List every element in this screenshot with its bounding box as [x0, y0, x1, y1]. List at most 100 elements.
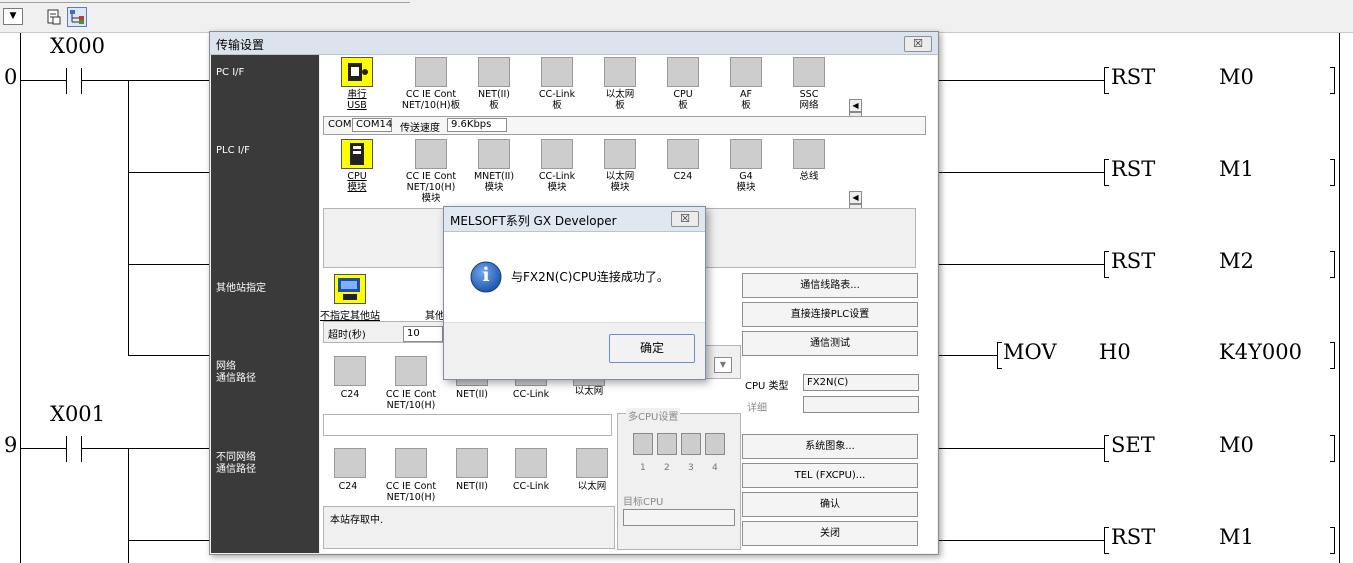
pc-if-caption: NET(II) 板: [478, 89, 510, 111]
category-sidebar: PC I/F PLC I/F 其他站指定 网络 通信路径 不同网络 通信路径: [211, 55, 319, 553]
cpu-slot-2[interactable]: [657, 433, 677, 455]
network-caption: 以太网: [574, 386, 604, 397]
pc-if-caption: AF 板: [740, 89, 752, 111]
step-number: 9: [4, 433, 18, 457]
message-titlebar[interactable]: MELSOFT系列 GX Developer ☒: [444, 207, 705, 232]
plc-if-caption: CC-Link 模块: [538, 171, 576, 193]
bus-icon[interactable]: [793, 139, 825, 169]
status-area: 本站存取中.: [323, 506, 615, 549]
c24-module-icon[interactable]: [667, 139, 699, 169]
info-icon: i: [470, 261, 502, 293]
direct-connect-button[interactable]: 直接连接PLC设置: [742, 302, 918, 327]
diff-network-caption: CC IE Cont NET/10(H): [385, 481, 437, 503]
route-list-button[interactable]: 通信线路表...: [742, 273, 918, 298]
cc-link-board-icon[interactable]: [541, 57, 573, 87]
no-other-station-icon[interactable]: [334, 274, 366, 304]
toolbar-separator: [0, 0, 410, 3]
plc-if-label: PLC I/F: [216, 145, 250, 156]
confirm-button[interactable]: 确定: [609, 334, 695, 363]
pc-if-scroll[interactable]: ◀▶: [849, 99, 875, 125]
pc-if-caption: 串行 USB: [347, 89, 367, 111]
cc-link-module-icon[interactable]: [541, 139, 573, 169]
tree-structure-icon[interactable]: [67, 7, 87, 27]
message-box: MELSOFT系列 GX Developer ☒ i 与FX2N(C)CPU连接…: [443, 206, 706, 380]
cpu-module-icon[interactable]: [341, 139, 373, 169]
cc-ie-module-icon[interactable]: [415, 139, 447, 169]
cc-ie-diff-icon[interactable]: [395, 448, 427, 478]
chevron-down-icon[interactable]: ▼: [714, 357, 732, 373]
tel-button[interactable]: TEL (FXCPU)...: [742, 463, 918, 488]
pc-if-caption: SSC 网络: [799, 89, 819, 111]
toolbar: ▼: [0, 0, 1353, 33]
cpu-board-icon[interactable]: [667, 57, 699, 87]
dialog-title: 传输设置: [216, 38, 265, 52]
plc-if-caption: 以太网 模块: [605, 171, 635, 193]
document-sheet-icon[interactable]: [44, 7, 64, 27]
ssc-network-icon[interactable]: [793, 57, 825, 87]
cc-ie-route-icon[interactable]: [395, 356, 427, 386]
plc-if-caption: C24: [673, 171, 693, 182]
close-icon[interactable]: ☒: [904, 36, 932, 52]
comm-test-button[interactable]: 通信测试: [742, 331, 918, 356]
af-board-icon[interactable]: [730, 57, 762, 87]
cpu-slot-1[interactable]: [633, 433, 653, 455]
status-text: 本站存取中.: [330, 515, 384, 526]
close-button[interactable]: 关闭: [742, 521, 918, 546]
cpu-slot-4[interactable]: [705, 433, 725, 455]
contact-symbol[interactable]: [66, 436, 67, 462]
serial-usb-icon[interactable]: [341, 57, 373, 87]
no-other-station-caption: 不指定其他站: [320, 311, 380, 322]
multi-cpu-group: 多CPU设置 1 2 3 4 目标CPU: [617, 408, 741, 550]
net-ii-board-icon[interactable]: [478, 57, 510, 87]
network-caption: C24: [340, 389, 360, 400]
right-power-rail: [1339, 33, 1340, 563]
pc-if-caption: CC-Link 板: [538, 89, 576, 111]
ethernet-module-icon[interactable]: [604, 139, 636, 169]
g4-module-icon[interactable]: [730, 139, 762, 169]
c24-route-icon[interactable]: [334, 356, 366, 386]
cpu-slot-3[interactable]: [681, 433, 701, 455]
plc-if-scroll[interactable]: ◀▶: [849, 191, 875, 217]
ethernet-diff-icon[interactable]: [576, 448, 608, 478]
target-cpu-field: [623, 509, 735, 526]
toolbar-dropdown[interactable]: ▼: [3, 8, 23, 25]
c24-diff-icon[interactable]: [334, 448, 366, 478]
detail-field: [803, 396, 919, 413]
network-caption: CC IE Cont NET/10(H): [385, 389, 437, 411]
timeout-field[interactable]: 10: [403, 326, 443, 342]
ethernet-board-icon[interactable]: [604, 57, 636, 87]
contact-label[interactable]: X000: [50, 34, 105, 58]
system-image-button[interactable]: 系统图象...: [742, 434, 918, 459]
net-ii-diff-icon[interactable]: [456, 448, 488, 478]
com-settings-row: COM COM14 传送速度 9.6Kbps: [323, 116, 926, 135]
info-glyph: i: [482, 264, 490, 286]
diff-network-route-label: 不同网络 通信路径: [216, 452, 256, 475]
baud-rate-field[interactable]: 9.6Kbps: [447, 118, 507, 132]
branch-line: [128, 80, 129, 355]
plc-if-caption: 总线: [799, 171, 819, 182]
message-text: 与FX2N(C)CPU连接成功了。: [511, 270, 669, 284]
plc-if-caption: CPU 模块: [347, 171, 367, 193]
mnet-module-icon[interactable]: [478, 139, 510, 169]
network-route-area: [323, 414, 612, 436]
pc-if-caption: CPU 板: [673, 89, 693, 111]
left-power-rail: [20, 33, 21, 563]
cpu-type-field: FX2N(C): [803, 374, 919, 391]
branch-line: [128, 448, 129, 563]
cpu-type-label: CPU 类型: [745, 381, 789, 392]
com-port-field[interactable]: COM14: [352, 118, 392, 132]
close-icon[interactable]: ☒: [671, 211, 699, 227]
cc-link-diff-icon[interactable]: [515, 448, 547, 478]
step-number: 0: [4, 65, 18, 89]
network-route-label: 网络 通信路径: [216, 361, 256, 384]
pc-if-caption: 以太网 板: [605, 89, 635, 111]
pc-if-caption: CC IE Cont NET/10(H)板: [401, 89, 461, 111]
plc-if-caption: MNET(II) 模块: [473, 171, 515, 193]
other-station-caption: 其他: [425, 311, 445, 322]
ok-button[interactable]: 确认: [742, 492, 918, 517]
dialog-titlebar[interactable]: 传输设置 ☒: [210, 32, 938, 55]
message-title: MELSOFT系列 GX Developer: [450, 214, 617, 228]
contact-symbol[interactable]: [66, 68, 67, 94]
cc-ie-board-icon[interactable]: [415, 57, 447, 87]
contact-label[interactable]: X001: [50, 402, 105, 426]
